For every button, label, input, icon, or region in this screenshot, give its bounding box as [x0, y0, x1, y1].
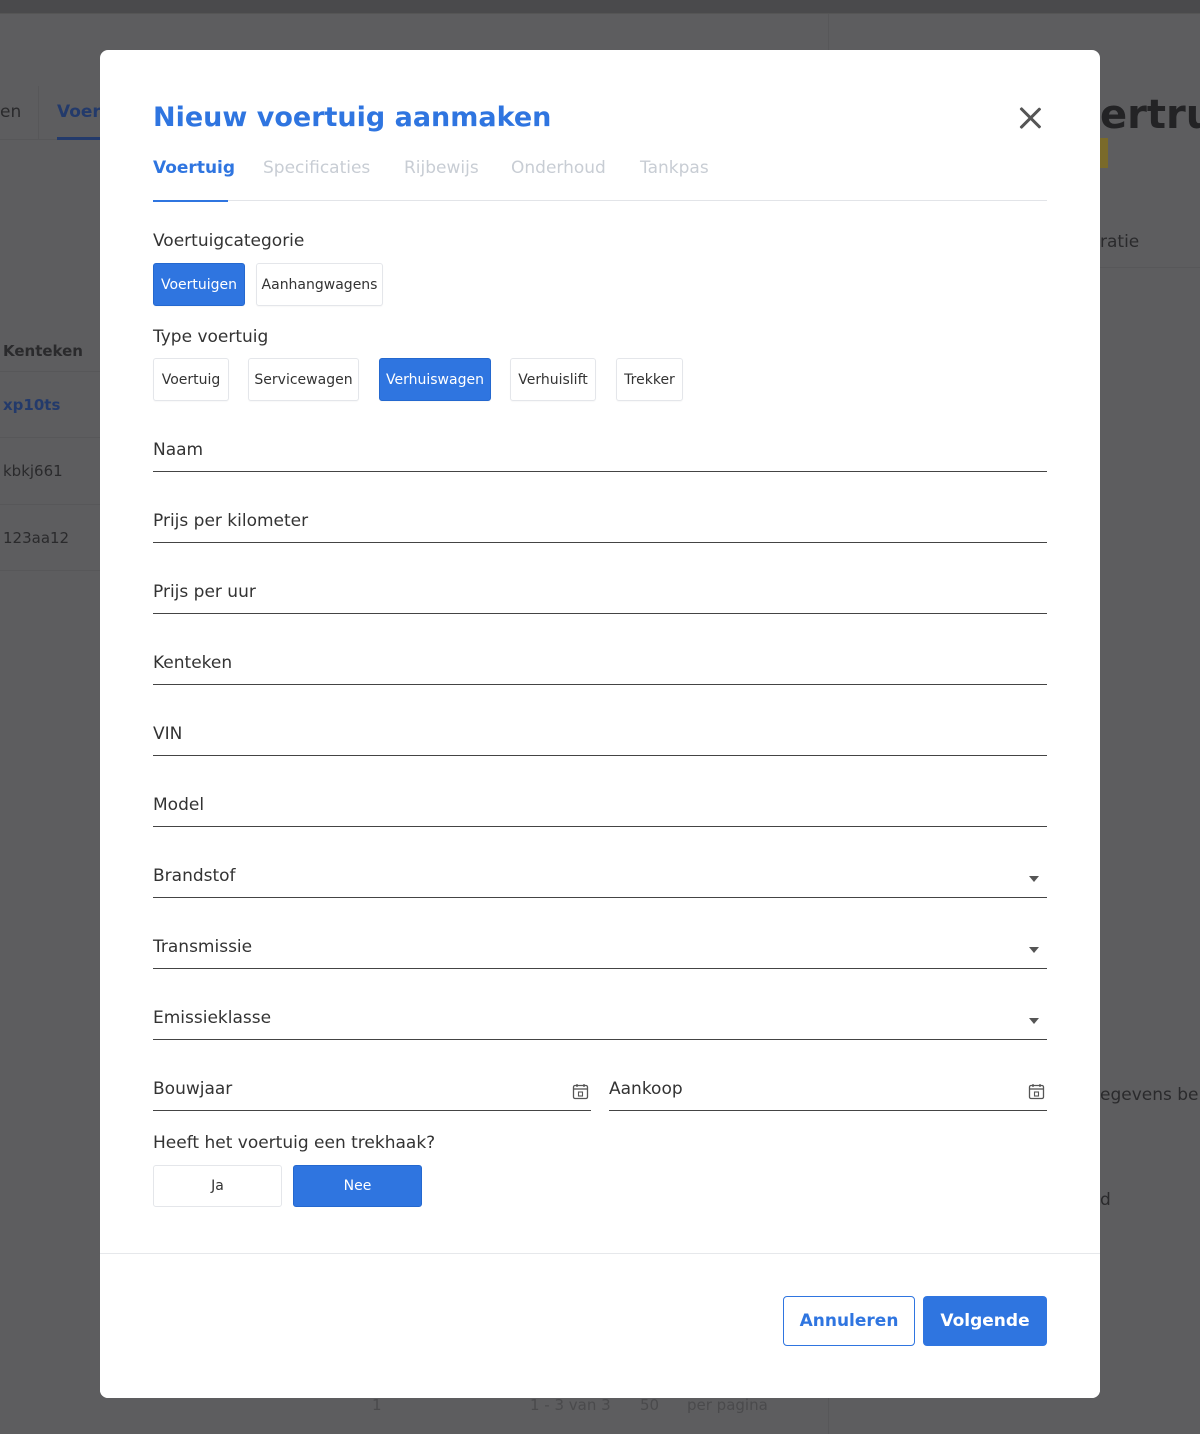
bouwjaar-date-field[interactable]: Bouwjaar	[153, 1073, 591, 1111]
type-option-verhuiswagen[interactable]: Verhuiswagen	[379, 358, 491, 401]
caret-down-icon	[1029, 876, 1039, 882]
calendar-icon[interactable]	[572, 1083, 589, 1100]
aankoop-label: Aankoop	[609, 1079, 683, 1099]
bg-table-cell: kbkj661	[3, 462, 63, 480]
table-row-divider	[0, 570, 100, 571]
modal-tabs: Voertuig Specificaties Rijbewijs Onderho…	[153, 156, 1047, 202]
category-option-aanhangwagens[interactable]: Aanhangwagens	[256, 263, 383, 306]
naam-field-label: Naam	[153, 440, 204, 460]
kenteken-field[interactable]: Kenteken	[153, 647, 1047, 685]
bouwjaar-label: Bouwjaar	[153, 1079, 233, 1099]
model-field[interactable]: Model	[153, 789, 1047, 827]
prijs-per-kilometer-field[interactable]: Prijs per kilometer	[153, 505, 1047, 543]
vin-field[interactable]: VIN	[153, 718, 1047, 756]
bg-pager-range: 1 - 3 van 3	[530, 1396, 611, 1414]
prijs-per-kilometer-label: Prijs per kilometer	[153, 511, 309, 531]
category-label: Voertuigcategorie	[153, 231, 305, 251]
tab-tankpas[interactable]: Tankpas	[640, 158, 709, 178]
bg-pager-per-page-label: per pagina	[687, 1396, 768, 1414]
table-row-divider	[0, 371, 100, 372]
type-option-trekker[interactable]: Trekker	[616, 358, 683, 401]
type-option-servicewagen[interactable]: Servicewagen	[248, 358, 359, 401]
caret-down-icon	[1029, 947, 1039, 953]
bg-column-header-kenteken: Kenteken	[3, 342, 83, 360]
aankoop-date-field[interactable]: Aankoop	[609, 1073, 1047, 1111]
prijs-per-uur-field[interactable]: Prijs per uur	[153, 576, 1047, 614]
modal-footer: Annuleren Volgende	[100, 1253, 1100, 1398]
bg-tab-underline	[57, 137, 100, 140]
type-label: Type voertuig	[153, 327, 269, 347]
type-option-voertuig[interactable]: Voertuig	[153, 358, 229, 401]
caret-down-icon	[1029, 1018, 1039, 1024]
transmissie-select[interactable]: Transmissie	[153, 931, 1047, 969]
kenteken-label: Kenteken	[153, 653, 233, 673]
cancel-button[interactable]: Annuleren	[783, 1296, 915, 1346]
tab-rijbewijs[interactable]: Rijbewijs	[404, 158, 479, 178]
model-label: Model	[153, 795, 205, 815]
transmissie-label: Transmissie	[153, 937, 253, 957]
emissieklasse-label: Emissieklasse	[153, 1008, 272, 1028]
category-option-voertuigen[interactable]: Voertuigen	[153, 263, 245, 306]
bg-pager-per-page-value: 50	[640, 1396, 660, 1414]
bg-table-cell: 123aa12	[3, 529, 70, 547]
type-option-verhuislift[interactable]: Verhuislift	[510, 358, 596, 401]
naam-field[interactable]: Naam	[153, 434, 1047, 472]
bg-tab-active: Voer	[57, 102, 101, 122]
bg-status-badge	[1100, 138, 1108, 168]
vin-label: VIN	[153, 724, 183, 744]
next-button[interactable]: Volgende	[923, 1296, 1047, 1346]
active-tab-indicator	[153, 199, 228, 202]
table-row-divider	[0, 504, 100, 505]
trekhaak-yes-button[interactable]: Ja	[153, 1165, 282, 1207]
brandstof-label: Brandstof	[153, 866, 236, 886]
prijs-per-uur-label: Prijs per uur	[153, 582, 256, 602]
tab-voertuig[interactable]: Voertuig	[153, 158, 235, 178]
bg-right-text-2: d	[1100, 1190, 1111, 1210]
bg-tab-left: en	[0, 102, 22, 122]
tab-divider	[38, 86, 39, 140]
calendar-icon[interactable]	[1028, 1083, 1045, 1100]
new-vehicle-modal: Nieuw voertuig aanmaken Voertuig Specifi…	[100, 50, 1100, 1398]
brandstof-select[interactable]: Brandstof	[153, 860, 1047, 898]
app-topbar	[0, 0, 1200, 14]
tab-onderhoud[interactable]: Onderhoud	[511, 158, 606, 178]
trekhaak-question: Heeft het voertuig een trekhaak?	[153, 1133, 436, 1153]
close-icon[interactable]	[1014, 102, 1046, 134]
tab-specificaties[interactable]: Specificaties	[263, 158, 370, 178]
bg-table-cell: xp10ts	[3, 396, 61, 414]
bg-right-divider	[1100, 267, 1200, 268]
bg-right-title: ertruc	[1100, 92, 1200, 138]
bg-right-label: ratie	[1100, 232, 1140, 252]
trekhaak-no-button[interactable]: Nee	[293, 1165, 422, 1207]
bg-right-text: egevens beke	[1100, 1085, 1200, 1105]
modal-title: Nieuw voertuig aanmaken	[153, 102, 552, 133]
table-row-divider	[0, 437, 100, 438]
emissieklasse-select[interactable]: Emissieklasse	[153, 1002, 1047, 1040]
bg-pager-page: 1	[372, 1396, 382, 1414]
